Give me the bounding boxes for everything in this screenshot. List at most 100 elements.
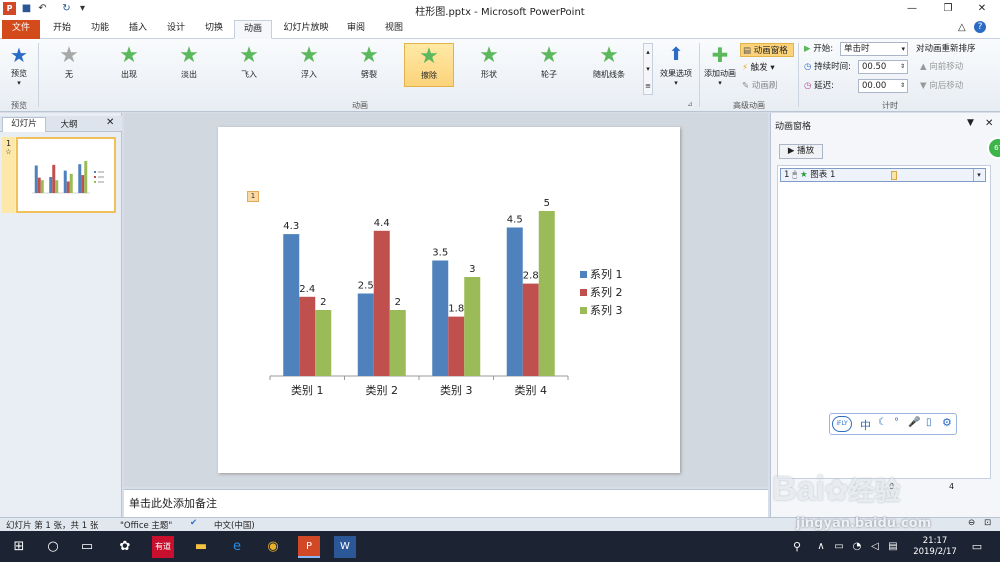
group-launcher-icon[interactable]: ⊿ [687,100,693,108]
tab-design[interactable]: 设计 [158,20,194,39]
chrome-icon[interactable]: ◉ [262,536,284,558]
tab-view[interactable]: 视图 [376,20,412,39]
redo-icon[interactable]: ↻ [60,2,73,15]
animation-painter-button[interactable]: ✎ 动画刷 [742,79,777,93]
fit-slide-icon[interactable]: ⊡ [984,518,991,528]
animation-list-item[interactable]: 1 🖰 ★ 图表 1 ▾ [780,168,986,182]
customize-qat-icon[interactable]: ▾ [76,2,89,15]
help-icon[interactable]: ? [974,21,986,33]
bar-1-1[interactable] [283,234,300,376]
move-later-button[interactable]: ▼ 向后移动 [920,79,963,93]
preview-star-icon: ★ [10,43,28,67]
file-explorer-icon[interactable]: ▬ [190,536,212,558]
bar-1-4[interactable] [506,227,523,377]
notes-area[interactable]: 单击此处添加备注 [124,489,768,517]
notification-icon[interactable]: ▭ [966,536,988,558]
red-app-icon[interactable]: 有道 [152,536,174,558]
clipboard-icon[interactable]: ▯ [926,417,932,428]
animation-4[interactable]: ★ 浮入 [284,43,334,87]
punctuation-icon[interactable]: ° [894,417,899,428]
bar-1-2[interactable] [357,293,374,377]
animation-6[interactable]: ★ 擦除 [404,43,454,87]
preview-button[interactable]: ★ 预览 ▾ [4,42,34,94]
animation-8[interactable]: ★ 轮子 [524,43,574,87]
word-taskbar-icon[interactable]: W [334,536,356,558]
play-button[interactable]: ▶ 播放 [779,144,823,159]
animation-9[interactable]: ★ 随机线条 [584,43,634,87]
restore-button[interactable]: ❐ [938,2,958,16]
task-view-icon[interactable]: ▭ [76,536,98,558]
bar-2-1[interactable] [299,296,316,376]
save-icon[interactable]: ■ [20,2,33,15]
pinwheel-app-icon[interactable]: ✿ [114,536,136,558]
delay-spinner-icon[interactable]: ⇕ [900,80,907,92]
brush-icon: ✎ [742,81,750,91]
language[interactable]: 中文(中国) [214,519,255,531]
animation-0[interactable]: ★ 无 [44,43,94,87]
add-animation-button[interactable]: ✚ 添加动画 ▾ [702,42,738,94]
slide-thumbnail[interactable] [16,137,116,213]
seconds-label-end: 4 [949,482,955,491]
bar-3-1[interactable] [315,310,332,376]
bar-chart[interactable]: 4.3 2.4 2 类别 1 2.5 4.4 2 类别 2 3.5 1.8 3 类别 3 4.5 2.8 5… [218,127,680,473]
duration-input[interactable]: 00.50 ⇕ [858,60,908,74]
effect-options-button[interactable]: ⬆ 效果选项 ▾ [655,42,697,94]
collapse-ribbon-icon[interactable]: △ [958,22,966,33]
spell-check-icon[interactable]: ✔ [190,518,197,528]
animation-5[interactable]: ★ 劈裂 [344,43,394,87]
bar-2-2[interactable] [373,230,390,376]
slide[interactable]: 1 4.3 2.4 2 类别 1 2.5 4.4 2 类别 2 3.5 1.8 3 类别 3 4.5 2.… [218,127,680,473]
bar-3-3[interactable] [464,277,481,376]
tab-outline[interactable]: 大纲 [54,118,84,130]
tab-home[interactable]: 开始 [44,20,80,39]
zoom-out-icon[interactable]: ⊖ [968,518,975,528]
start-select[interactable]: 单击时 ▾ [840,42,908,56]
tab-features[interactable]: 功能 [82,20,118,39]
undo-icon[interactable]: ↶ [36,2,49,15]
edge-browser-icon[interactable]: e [226,536,248,558]
close-button[interactable]: ✕ [972,2,992,16]
clock[interactable]: 21:17 2019/2/17 [910,536,960,558]
bar-2-4[interactable] [522,283,539,376]
powerpoint-taskbar-icon[interactable]: P [298,536,320,558]
animation-star-icon: ★ [419,44,439,69]
bar-3-4[interactable] [538,211,555,376]
item-dropdown-icon[interactable]: ▾ [973,169,984,181]
animation-3[interactable]: ★ 飞入 [224,43,274,87]
minimize-button[interactable]: — [902,2,922,16]
ifly-mode-label[interactable]: 中 [860,417,871,433]
animation-7[interactable]: ★ 形状 [464,43,514,87]
animation-1[interactable]: ★ 出现 [104,43,154,87]
tab-review[interactable]: 审阅 [338,20,374,39]
tab-animations[interactable]: 动画 [234,20,272,39]
animation-pane-button[interactable]: ▤ 动画窗格 [740,43,794,57]
tab-transitions[interactable]: 切换 [196,20,232,39]
microphone-icon[interactable]: 🎤 [908,417,920,428]
bar-1-3[interactable] [432,260,449,377]
duration-spinner-icon[interactable]: ⇕ [900,61,907,73]
gallery-scroll[interactable]: ▴ ▾ ≡ [643,43,653,95]
settings-gear-icon[interactable]: ⚙ [942,416,952,429]
tab-file[interactable]: 文件 [2,20,40,39]
theme-name: "Office 主题" [120,521,173,531]
tab-slideshow[interactable]: 幻灯片放映 [276,20,336,39]
windows-start-icon[interactable]: ⊞ [8,536,30,558]
close-pane-icon[interactable]: ✕ [106,117,114,128]
keyboard-icon[interactable]: ▤ [882,536,904,558]
search-icon[interactable]: ○ [42,536,64,558]
tab-slides[interactable]: 幻灯片 [2,117,46,132]
tab-insert[interactable]: 插入 [120,20,156,39]
delay-input[interactable]: 00.00 ⇕ [858,79,908,93]
pane-menu-icon[interactable]: ▼ [967,118,974,128]
animation-pane-icon: ▤ [743,46,752,56]
bar-2-3[interactable] [448,316,465,376]
pane-close-icon[interactable]: ✕ [985,118,993,129]
move-earlier-button[interactable]: ▲ 向前移动 [920,60,963,74]
animation-2[interactable]: ★ 淡出 [164,43,214,87]
animation-star-icon: ★ [539,43,559,68]
bar-3-2[interactable] [389,310,406,376]
animation-star-icon: ★ [239,43,259,68]
person-icon[interactable]: ⚲ [786,536,808,558]
moon-icon[interactable]: ☾ [878,417,887,428]
trigger-button[interactable]: ⚡ 触发 ▾ [742,61,775,75]
